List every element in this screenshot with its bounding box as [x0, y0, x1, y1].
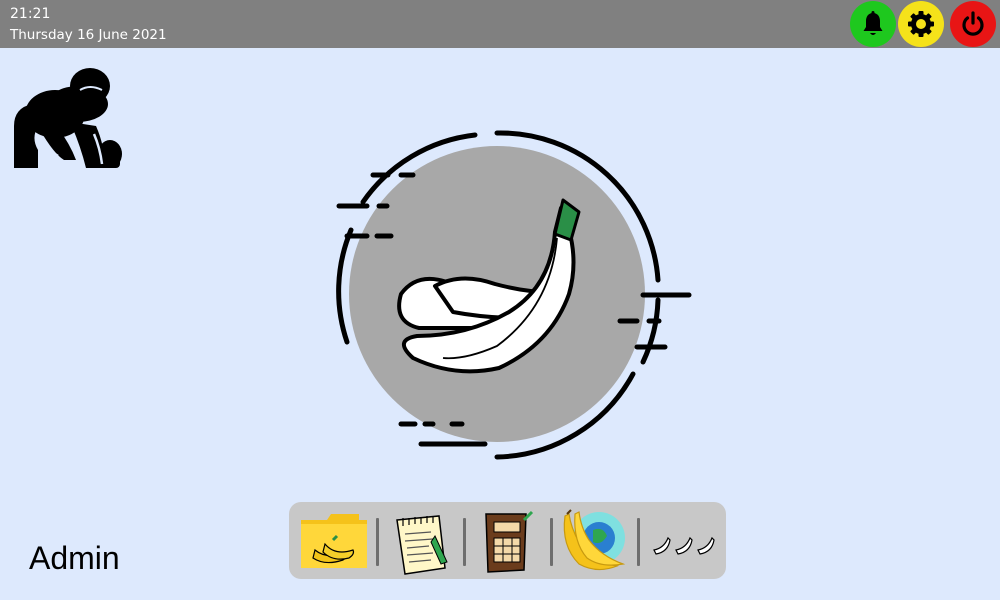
status-bar: 21:21 Thursday 16 June 2021 — [0, 0, 1000, 48]
notepad-icon — [396, 515, 448, 575]
banana-icon — [336, 130, 692, 460]
dock-item-more[interactable] — [644, 506, 718, 576]
dock-item-browser[interactable] — [557, 506, 631, 576]
gorilla-logo — [10, 64, 122, 172]
dock-item-files[interactable] — [297, 506, 371, 576]
dock — [289, 502, 726, 579]
dock-separator — [463, 518, 466, 566]
banana-folder-icon — [301, 514, 367, 568]
bell-icon — [863, 11, 883, 35]
power-button[interactable] — [950, 1, 996, 47]
clock-date: Thursday 16 June 2021 — [10, 27, 167, 43]
gear-icon — [908, 11, 934, 37]
clock: 21:21 Thursday 16 June 2021 — [10, 5, 167, 44]
power-icon — [962, 11, 984, 36]
gorilla-icon — [14, 68, 122, 168]
dock-item-notepad[interactable] — [383, 506, 457, 576]
settings-button[interactable] — [898, 1, 944, 47]
dock-separator — [376, 518, 379, 566]
banana-hero-logo — [325, 122, 705, 467]
dock-item-calculator[interactable] — [470, 506, 544, 576]
user-label: Admin — [29, 540, 120, 576]
banana-browser-icon — [563, 509, 626, 571]
dock-separator — [637, 518, 640, 566]
clock-time: 21:21 — [10, 6, 51, 22]
dock-separator — [550, 518, 553, 566]
notifications-button[interactable] — [850, 1, 896, 47]
more-bananas-icon — [653, 536, 715, 555]
calculator-icon — [485, 510, 534, 573]
